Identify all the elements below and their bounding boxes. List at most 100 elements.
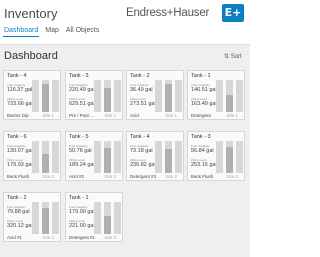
product-name: Detergent	[191, 113, 211, 118]
tank-tile[interactable]: Tank - 1 Free Capacity 179.00 gal Filling L…	[65, 192, 123, 242]
level-bar	[236, 141, 243, 173]
level-bar-fill	[226, 95, 233, 112]
app-header: Inventory Endress+Hauser E+ Dashboard Ma…	[0, 0, 250, 40]
brand-name: Endress+Hauser	[126, 7, 210, 19]
site-name: Site 2	[165, 174, 177, 179]
tank-tile[interactable]: Tank - 2 Free Capacity 36.49 gal Filling Le…	[126, 70, 184, 120]
level-bar	[216, 80, 223, 112]
product-name: Barrier Dip	[7, 113, 29, 118]
product-name: Detergent #3	[130, 174, 157, 179]
tank-tile[interactable]: Tank - 5 Free Capacity 50.76 gal Filling Le…	[65, 131, 123, 181]
sort-button[interactable]: ⇅ Sort	[224, 53, 242, 60]
level-bar	[32, 202, 39, 234]
level-bar	[236, 80, 243, 112]
filling-level-value: 253.16 gal	[191, 162, 217, 168]
product-name: Acid #2	[69, 174, 85, 179]
product-name: Pre / Post ...	[69, 113, 94, 118]
tank-level-gauge	[32, 80, 59, 112]
filling-level-value: 273.51 gal	[130, 101, 156, 107]
filling-level-value: 163.49 gal	[191, 101, 217, 107]
product-name: Back Flush	[191, 174, 214, 179]
level-bar	[52, 202, 59, 234]
filling-level-value: 189.24 gal	[69, 162, 95, 168]
tank-level-gauge	[94, 202, 121, 234]
level-bar	[94, 141, 101, 173]
tab-map[interactable]: Map	[44, 26, 60, 37]
level-bar	[32, 141, 39, 173]
site-name: Site 1	[42, 113, 54, 118]
free-capacity-value: 220.49 gal	[69, 87, 95, 93]
level-bar	[94, 80, 101, 112]
level-bar	[114, 202, 121, 234]
level-bar	[42, 80, 49, 112]
product-name: Acid #1	[7, 235, 23, 240]
level-bar	[165, 141, 172, 173]
tank-level-gauge	[155, 141, 182, 173]
free-capacity-value: 179.00 gal	[69, 209, 95, 215]
tab-all-objects[interactable]: All Objects	[65, 26, 100, 37]
tank-tile[interactable]: Tank - 4 Free Capacity 73.18 gal Filling Le…	[126, 131, 184, 181]
tank-tile[interactable]: Tank - 6 Free Capacity 130.07 gal Filling L…	[3, 131, 61, 181]
level-bar-fill	[104, 88, 111, 112]
level-bar	[175, 80, 182, 112]
level-bar	[155, 80, 162, 112]
level-bar	[175, 141, 182, 173]
level-bar	[104, 80, 111, 112]
free-capacity-value: 36.49 gal	[130, 87, 153, 93]
level-bar	[52, 80, 59, 112]
level-bar	[216, 141, 223, 173]
tank-level-gauge	[94, 80, 121, 112]
product-name: Detergent #1	[69, 235, 96, 240]
filling-level-value: 733.66 gal	[7, 101, 33, 107]
free-capacity-value: 73.18 gal	[130, 148, 153, 154]
level-bar	[42, 202, 49, 234]
free-capacity-value: 146.51 gal	[191, 87, 217, 93]
level-bar	[104, 202, 111, 234]
tank-name: Tank - 1	[191, 73, 211, 79]
tank-tile[interactable]: Tank - 1 Free Capacity 146.51 gal Filling L…	[187, 70, 245, 120]
level-bar	[226, 141, 233, 173]
level-bar	[104, 141, 111, 173]
tank-tile[interactable]: Tank - 2 Free Capacity 79.88 gal Filling Le…	[3, 192, 61, 242]
filling-level-value: 629.51 gal	[69, 101, 95, 107]
tank-name: Tank - 6	[7, 134, 27, 140]
tank-tile[interactable]: Tank - 3 Free Capacity 56.84 gal Filling Le…	[187, 131, 245, 181]
tank-level-gauge	[94, 141, 121, 173]
level-bar	[52, 141, 59, 173]
tank-name: Tank - 4	[130, 134, 150, 140]
free-capacity-value: 130.07 gal	[7, 148, 33, 154]
tank-name: Tank - 4	[7, 73, 27, 79]
tank-tile[interactable]: Tank - 3 Free Capacity 220.49 gal Filling L…	[65, 70, 123, 120]
tank-level-gauge	[32, 141, 59, 173]
tank-level-gauge	[216, 80, 243, 112]
site-name: Site 1	[226, 113, 238, 118]
level-bar	[42, 141, 49, 173]
site-name: Site 2	[104, 174, 116, 179]
site-name: Site 1	[165, 113, 177, 118]
filling-level-value: 179.93 gal	[7, 162, 33, 168]
free-capacity-value: 56.84 gal	[191, 148, 214, 154]
page-title: Dashboard	[4, 50, 58, 62]
level-bar-fill	[165, 149, 172, 173]
free-capacity-value: 79.88 gal	[7, 209, 30, 215]
brand-logo: E+	[222, 4, 244, 22]
main-nav: Dashboard Map All Objects	[3, 26, 100, 37]
level-bar	[32, 80, 39, 112]
product-name: Back Flush	[7, 174, 30, 179]
level-bar-fill	[42, 84, 49, 112]
site-name: Site 2	[42, 174, 54, 179]
tab-dashboard[interactable]: Dashboard	[3, 26, 40, 37]
tank-name: Tank - 2	[130, 73, 150, 79]
tank-tile[interactable]: Tank - 4 Free Capacity 116.37 gal Filling L…	[3, 70, 61, 120]
site-name: Site 2	[42, 235, 54, 240]
level-bar-fill	[104, 216, 111, 234]
tank-name: Tank - 3	[191, 134, 211, 140]
app-title: Inventory	[4, 6, 58, 21]
tank-name: Tank - 5	[69, 134, 89, 140]
product-name: Acid	[130, 113, 139, 118]
site-name: Site 2	[226, 174, 238, 179]
tank-level-gauge	[155, 80, 182, 112]
level-bar-fill	[42, 208, 49, 234]
tank-level-gauge	[216, 141, 243, 173]
site-name: Site 2	[104, 235, 116, 240]
